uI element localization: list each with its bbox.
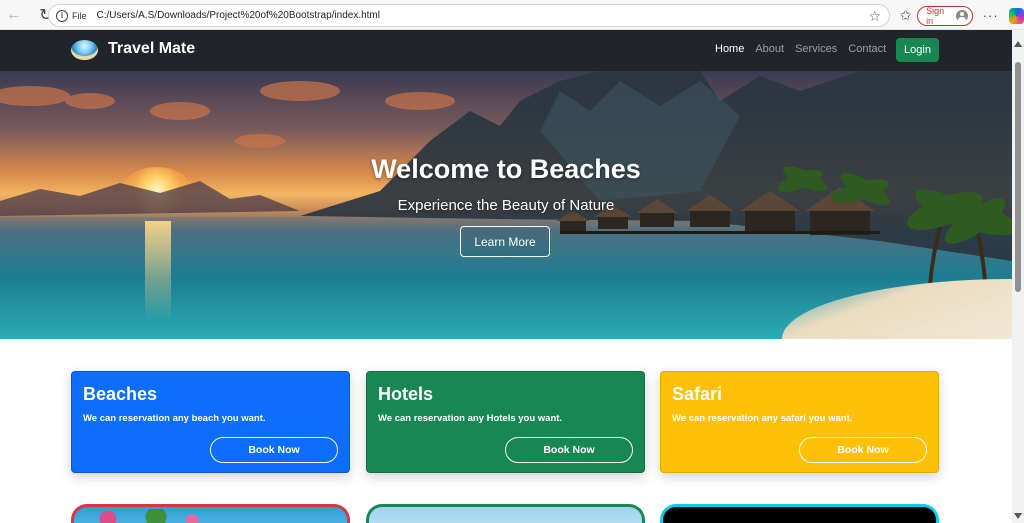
card-text: We can reservation any beach you want. [83,413,266,424]
sign-in-label: Sign in [926,5,945,26]
browser-actions: ✩ Sign in ··· [896,4,1024,27]
scroll-up-arrow-icon[interactable] [1014,41,1022,47]
book-now-button-safari[interactable]: Book Now [799,437,927,463]
web-page: Travel Mate Home About Services Contact … [0,30,1012,523]
browser-toolbar: ← ↻ i File C:/Users/A.S/Downloads/Projec… [0,0,1024,30]
book-now-button-hotels[interactable]: Book Now [505,437,633,463]
card-title: Beaches [83,384,158,404]
learn-more-button[interactable]: Learn More [460,226,550,257]
nav-link-home[interactable]: Home [715,43,744,55]
photo-card-flowers[interactable] [71,504,350,523]
url-text[interactable]: C:/Users/A.S/Downloads/Project%20of%20Bo… [97,10,380,21]
nav-link-contact[interactable]: Contact [848,43,886,55]
brand-logo[interactable] [71,40,98,60]
more-options-icon[interactable]: ··· [983,8,999,23]
card-title: Hotels [378,384,434,404]
card-text: We can reservation any Hotels you want. [378,413,563,424]
sign-in-button[interactable]: Sign in [917,5,973,26]
hero-title: Welcome to Beaches [371,154,641,184]
brand-name[interactable]: Travel Mate [108,40,195,58]
file-label: File [72,10,87,21]
star-icon[interactable]: ☆ [868,8,881,25]
profile-icon [956,9,968,22]
site-navbar: Travel Mate Home About Services Contact … [0,30,1012,71]
photo-card-dark[interactable] [660,504,939,523]
book-now-button-beaches[interactable]: Book Now [210,437,338,463]
card-text: We can reservation any safari you want. [672,413,853,424]
login-button[interactable]: Login [896,38,939,62]
nav-link-about[interactable]: About [755,43,784,55]
nav-link-services[interactable]: Services [795,43,837,55]
nav-links: Home About Services Contact [715,43,897,55]
back-arrow-icon[interactable]: ← [2,3,26,27]
copilot-icon[interactable] [1008,7,1024,24]
favorites-icon[interactable]: ✩ [896,7,915,24]
photo-card-sky[interactable] [366,504,645,523]
hero-banner: Welcome to Beaches Experience the Beauty… [0,71,1012,339]
beaches-card: Beaches We can reservation any beach you… [71,371,350,473]
card-title: Safari [672,384,723,404]
page-scrollbar[interactable] [1012,30,1024,523]
scroll-down-arrow-icon[interactable] [1014,513,1022,519]
hero-subtitle: Experience the Beauty of Nature [397,197,615,214]
safari-card: Safari We can reservation any safari you… [660,371,939,473]
scroll-thumb[interactable] [1015,62,1021,292]
info-icon[interactable]: i [56,9,68,22]
hotels-card: Hotels We can reservation any Hotels you… [366,371,645,473]
address-bar[interactable]: i File C:/Users/A.S/Downloads/Project%20… [48,4,890,27]
